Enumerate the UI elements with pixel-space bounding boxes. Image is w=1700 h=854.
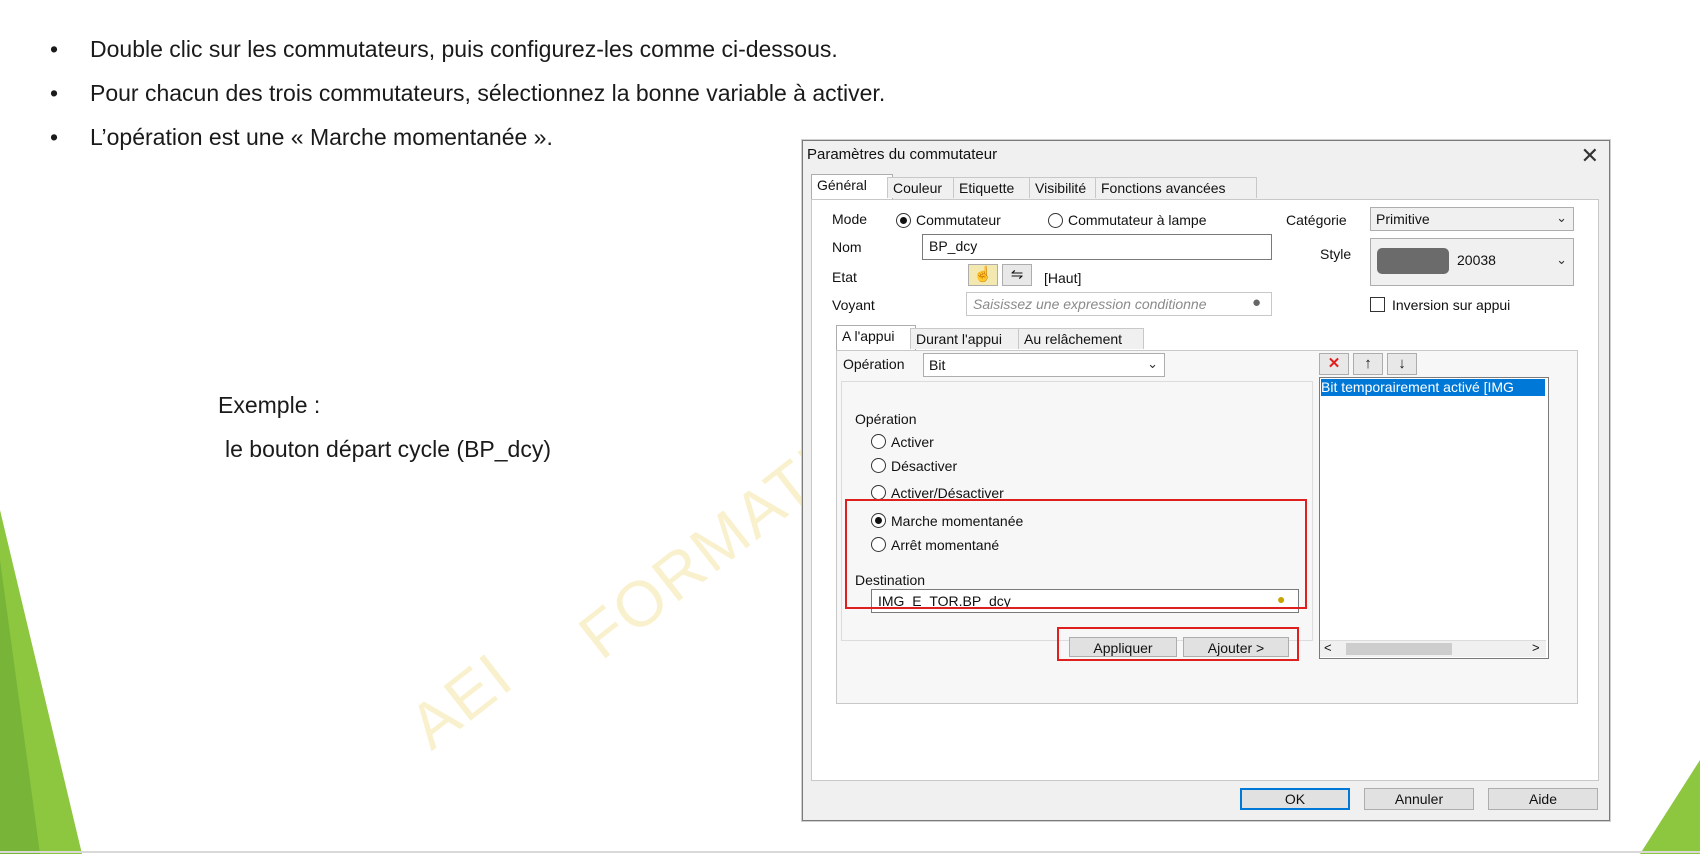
mode-option-commutateur: Commutateur <box>916 212 1001 228</box>
category-value: Primitive <box>1376 211 1430 227</box>
green-triangle-right <box>1640 760 1700 854</box>
move-down-icon[interactable]: ↓ <box>1387 353 1417 375</box>
chevron-down-icon: ⌄ <box>1556 252 1567 267</box>
bullet-3: • L’opération est une « Marche momentanée… <box>50 124 553 151</box>
bullet-symbol: • <box>50 124 59 150</box>
scroll-thumb[interactable] <box>1346 643 1452 655</box>
state-down-icon[interactable]: ⇋ <box>1002 264 1032 286</box>
tab-general[interactable]: Général <box>811 174 893 199</box>
op-radio-desactiver[interactable] <box>871 458 886 473</box>
bullet-1-text: Double clic sur les commutateurs, puis c… <box>90 36 838 62</box>
move-up-icon[interactable]: ↑ <box>1353 353 1383 375</box>
invert-label: Inversion sur appui <box>1392 297 1511 313</box>
horizontal-scrollbar[interactable]: < > <box>1320 640 1546 657</box>
example-title: Exemple : <box>218 392 321 418</box>
switch-settings-dialog: Paramètres du commutateur ✕ Général Coul… <box>802 140 1610 821</box>
chevron-down-icon: ⌄ <box>1556 210 1567 225</box>
bullet-2: • Pour chacun des trois commutateurs, sél… <box>50 80 885 107</box>
operation-group-label: Opération <box>855 411 917 427</box>
tab-visibilite[interactable]: Visibilité <box>1029 177 1103 198</box>
highlight-buttons <box>1057 627 1299 661</box>
state-up-icon[interactable]: ☝ <box>968 264 998 286</box>
scroll-right-icon[interactable]: > <box>1532 640 1540 655</box>
state-value: [Haut] <box>1044 270 1082 286</box>
general-pane: Mode Commutateur Commutateur à lampe Cat… <box>811 199 1599 781</box>
tab-etiquette[interactable]: Etiquette <box>953 177 1037 198</box>
op-desactiver: Désactiver <box>891 458 958 474</box>
state-label: Etat <box>832 269 857 285</box>
ok-button[interactable]: OK <box>1240 788 1350 810</box>
bullet-symbol: • <box>50 36 59 62</box>
delete-icon[interactable]: ✕ <box>1319 353 1349 375</box>
dialog-title: Paramètres du commutateur <box>807 146 998 163</box>
mode-option-lampe: Commutateur à lampe <box>1068 212 1207 228</box>
light-expression-field[interactable]: Saisissez une expression conditionne <box>966 292 1272 316</box>
op-radio-activer-desactiver[interactable] <box>871 485 886 500</box>
style-select[interactable]: 20038 ⌄ <box>1370 238 1574 286</box>
light-label: Voyant <box>832 297 875 313</box>
operation-select-value: Bit <box>929 357 946 373</box>
category-select[interactable]: Primitive ⌄ <box>1370 207 1574 231</box>
tab-couleur[interactable]: Couleur <box>887 177 961 198</box>
mode-label: Mode <box>832 211 868 227</box>
op-activer: Activer <box>891 434 934 450</box>
bullet-1: • Double clic sur les commutateurs, puis … <box>50 36 838 63</box>
lightbulb-icon[interactable]: ● <box>1252 294 1261 311</box>
chevron-down-icon: ⌄ <box>1147 356 1158 371</box>
help-button[interactable]: Aide <box>1488 788 1598 810</box>
style-label: Style <box>1320 246 1352 262</box>
list-item[interactable]: Bit temporairement activé [IMG <box>1321 379 1545 396</box>
mode-radio-commutateur[interactable] <box>896 213 911 228</box>
bullet-2-text: Pour chacun des trois commutateurs, séle… <box>90 80 886 106</box>
subtab-au-relachement[interactable]: Au relâchement <box>1018 328 1144 349</box>
style-preview <box>1377 248 1449 274</box>
cancel-button[interactable]: Annuler <box>1364 788 1474 810</box>
bullet-symbol: • <box>50 80 59 106</box>
subtab-durant-l-appui[interactable]: Durant l'appui <box>910 328 1024 349</box>
action-list[interactable]: Bit temporairement activé [IMG < > <box>1319 377 1549 659</box>
close-icon[interactable]: ✕ <box>1581 143 1599 169</box>
bullet-3-text: L’opération est une « Marche momentanée … <box>90 124 553 150</box>
highlight-operation-destination <box>845 499 1307 609</box>
style-value: 20038 <box>1457 252 1496 268</box>
invert-checkbox[interactable] <box>1370 297 1385 312</box>
name-label: Nom <box>832 239 862 255</box>
example-text: le bouton départ cycle (BP_dcy) <box>225 436 552 462</box>
mode-radio-lampe[interactable] <box>1048 213 1063 228</box>
subtab-panel: Opération Bit ⌄ Opération Activer Désact… <box>836 350 1578 704</box>
operation-select[interactable]: Bit ⌄ <box>923 353 1165 377</box>
tab-fonctions-avancees[interactable]: Fonctions avancées <box>1095 177 1257 198</box>
category-label: Catégorie <box>1286 212 1347 228</box>
op-radio-activer[interactable] <box>871 434 886 449</box>
name-field[interactable]: BP_dcy <box>922 234 1272 260</box>
operation-select-label: Opération <box>843 356 905 372</box>
scroll-left-icon[interactable]: < <box>1324 640 1332 655</box>
subtab-a-l-appui[interactable]: A l'appui <box>836 325 916 350</box>
